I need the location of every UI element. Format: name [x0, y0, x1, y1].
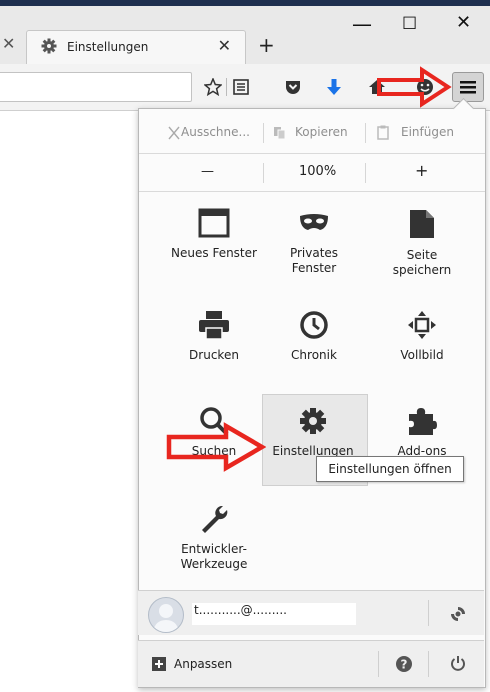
options-button[interactable]: Einstellungen [258, 406, 368, 459]
paste-button[interactable]: Einfügen [401, 125, 454, 139]
account-email: t...........@......... [192, 603, 356, 625]
zoom-out-button[interactable]: — [201, 164, 214, 179]
edit-separator [365, 123, 366, 143]
annotation-arrow-icon [377, 66, 452, 108]
gear-icon [300, 408, 326, 434]
edit-separator [263, 123, 264, 143]
tab-einstellungen[interactable]: Einstellungen ✕ [26, 30, 246, 65]
help-icon[interactable]: ? [396, 656, 412, 672]
minimize-button[interactable]: — [352, 12, 372, 36]
window-edge [0, 0, 490, 6]
divider [139, 191, 485, 192]
sync-icon[interactable] [450, 606, 466, 622]
zoom-reset-button[interactable]: 100% [299, 164, 336, 179]
hamburger-icon [460, 81, 476, 94]
customize-button[interactable]: Anpassen [174, 657, 232, 671]
wrench-icon [202, 505, 228, 533]
print-button[interactable]: Drucken [158, 310, 270, 363]
printer-icon [199, 311, 229, 340]
url-bar[interactable] [0, 72, 192, 102]
gear-icon [41, 38, 57, 54]
power-icon[interactable] [450, 655, 466, 671]
addons-button[interactable]: Add-ons [366, 406, 478, 459]
footer-separator [428, 600, 429, 626]
history-label: Chronik [291, 348, 337, 362]
mask-icon [300, 214, 328, 230]
account-row[interactable]: t...........@......... [138, 590, 484, 635]
window-close-button[interactable]: ✕ [456, 12, 471, 33]
fullscreen-icon [408, 311, 436, 339]
page-icon [410, 210, 434, 238]
footer-separator [428, 651, 429, 677]
toolbar-separator [226, 78, 227, 96]
clock-icon [300, 311, 328, 339]
paste-icon [377, 125, 389, 140]
save-page-label: Seite speichern [392, 248, 452, 277]
user-icon [153, 604, 179, 632]
pocket-icon[interactable] [284, 78, 302, 96]
fullscreen-button[interactable]: Vollbild [366, 310, 478, 363]
zoom-separator [365, 163, 366, 183]
copy-icon [274, 127, 286, 140]
print-label: Drucken [189, 348, 239, 362]
developer-tools-label: Entwickler- Werkzeuge [180, 542, 248, 571]
cut-button[interactable]: Ausschne... [181, 125, 250, 139]
history-button[interactable]: Chronik [258, 310, 370, 363]
edit-controls: Ausschne... Kopieren Einfügen [139, 121, 485, 145]
new-tab-button[interactable]: + [258, 33, 275, 57]
tab-title: Einstellungen [67, 40, 149, 54]
zoom-controls: — 100% + [139, 159, 485, 187]
tab-close-icon[interactable]: ✕ [218, 36, 231, 55]
save-page-button[interactable]: Seite speichern [366, 208, 478, 278]
private-window-button[interactable]: Privates Fenster [258, 208, 370, 276]
avatar [148, 597, 184, 633]
fullscreen-label: Vollbild [400, 348, 444, 362]
download-icon[interactable] [326, 78, 342, 96]
hamburger-menu-button[interactable] [452, 72, 484, 102]
puzzle-icon [409, 408, 437, 435]
bookmarks-list-icon[interactable] [232, 78, 250, 96]
previous-tab-close-icon[interactable]: ✕ [2, 34, 15, 53]
bookmark-star-icon[interactable] [204, 78, 222, 96]
scissors-icon [168, 126, 180, 140]
new-window-label: Neues Fenster [171, 246, 257, 260]
account-email-text: t...........@......... [194, 603, 287, 617]
options-tooltip: Einstellungen öffnen [316, 456, 464, 482]
zoom-in-button[interactable]: + [415, 161, 428, 180]
copy-button[interactable]: Kopieren [295, 125, 348, 139]
customize-plus-icon [152, 657, 166, 671]
annotation-arrow-icon [166, 422, 266, 472]
divider [139, 153, 485, 154]
svg-text:?: ? [401, 658, 408, 672]
title-bar: ✕ Einstellungen ✕ + — ☐ ✕ [0, 0, 490, 65]
new-window-button[interactable]: Neues Fenster [158, 208, 270, 261]
footer-separator [378, 651, 379, 677]
zoom-separator [263, 163, 264, 183]
window-icon [198, 208, 230, 238]
developer-tools-button[interactable]: Entwickler- Werkzeuge [158, 504, 270, 572]
maximize-button[interactable]: ☐ [402, 14, 417, 34]
private-window-label: Privates Fenster [289, 246, 339, 275]
customize-row: Anpassen ? [138, 640, 484, 687]
